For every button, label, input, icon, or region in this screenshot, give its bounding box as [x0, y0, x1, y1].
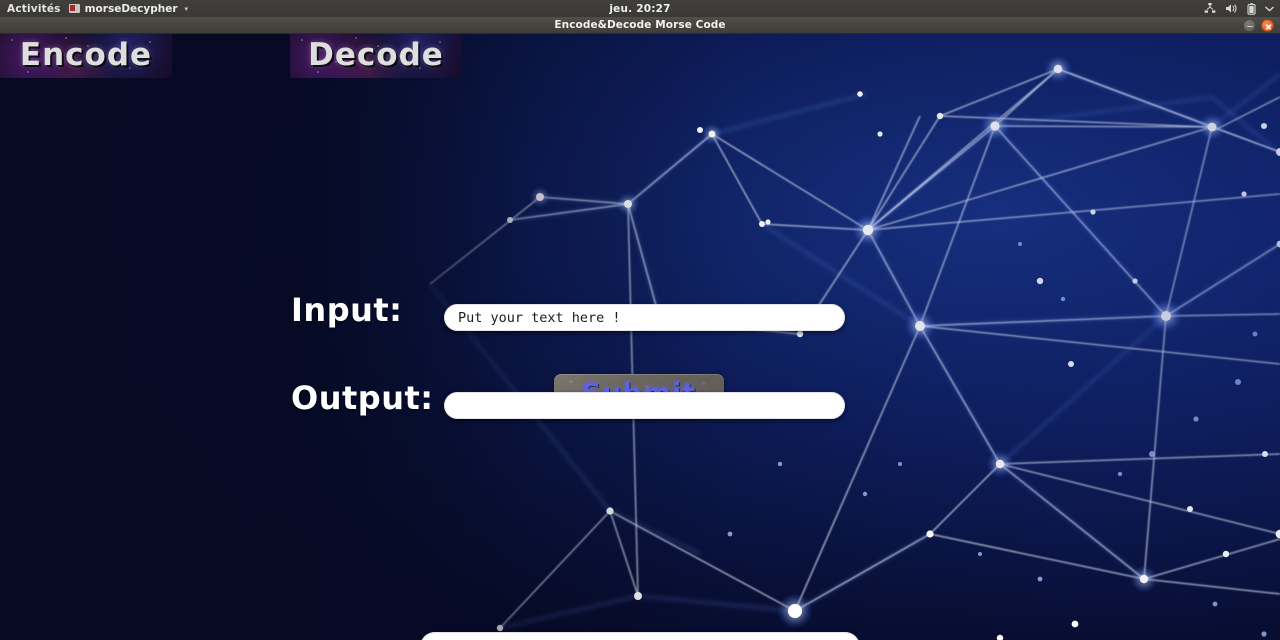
input-field[interactable]: [444, 304, 845, 331]
network-icon[interactable]: [1204, 3, 1216, 14]
volume-icon[interactable]: [1225, 3, 1238, 14]
clock[interactable]: jeu. 20:27: [0, 3, 1280, 15]
window-title: Encode&Decode Morse Code: [554, 19, 726, 31]
gnome-top-bar: Activités morseDecypher ▾ jeu. 20:27: [0, 0, 1280, 17]
output-field[interactable]: [444, 392, 845, 419]
screen: Activités morseDecypher ▾ jeu. 20:27 Enc…: [0, 0, 1280, 640]
bottom-field[interactable]: [420, 632, 860, 640]
minimize-button[interactable]: [1243, 19, 1256, 32]
decode-button[interactable]: Decode: [290, 34, 462, 78]
decode-button-label: Decode: [308, 37, 444, 73]
input-label: Input:: [291, 291, 403, 329]
window-title-bar[interactable]: Encode&Decode Morse Code: [0, 17, 1280, 34]
app-page: Encode Decode Input: Submit Output:: [0, 34, 1280, 640]
output-label: Output:: [291, 379, 434, 417]
chevron-down-icon[interactable]: [1265, 5, 1274, 12]
encode-button[interactable]: Encode: [0, 34, 172, 78]
encode-button-label: Encode: [19, 37, 153, 73]
window-controls: [1243, 19, 1274, 32]
close-button[interactable]: [1261, 19, 1274, 32]
network-background-image: [0, 34, 1280, 640]
system-tray[interactable]: [1204, 2, 1274, 15]
battery-icon[interactable]: [1247, 2, 1256, 15]
